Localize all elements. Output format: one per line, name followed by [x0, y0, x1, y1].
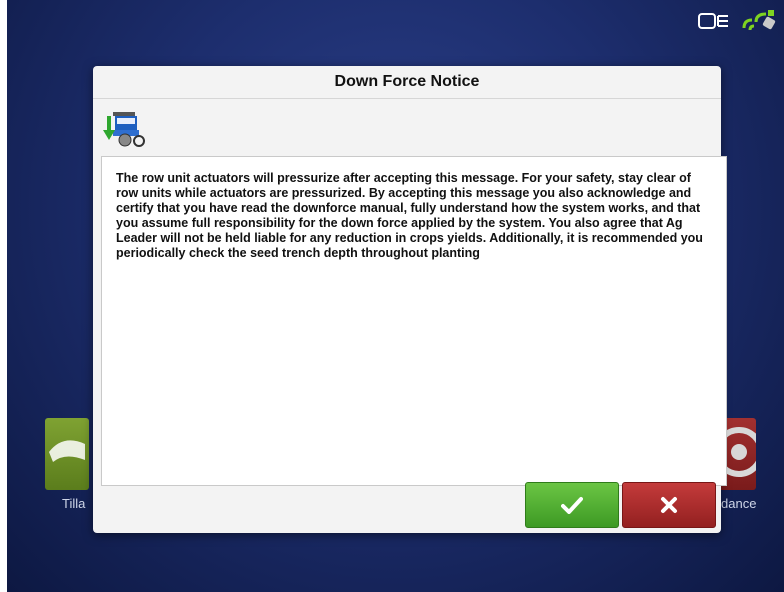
tillage-tile[interactable]: [45, 418, 89, 490]
guidance-tile-label: dance: [721, 496, 757, 511]
checkmark-icon: [561, 497, 583, 514]
home-screen: Tilla dance Down Force Notice The row un…: [7, 0, 784, 592]
x-icon: [661, 497, 677, 513]
gps-signal-icon[interactable]: [740, 8, 778, 34]
down-force-notice-dialog: Down Force Notice The row unit actuators…: [93, 66, 727, 533]
display-module-icon[interactable]: [698, 11, 734, 31]
tillage-icon: [49, 440, 85, 462]
planter-downforce-icon: [103, 108, 147, 153]
accept-button[interactable]: [525, 482, 619, 528]
dialog-title: Down Force Notice: [93, 66, 721, 99]
status-bar: [698, 8, 778, 34]
tillage-tile-label: Tilla: [62, 496, 86, 511]
cancel-button[interactable]: [622, 482, 716, 528]
notice-message: The row unit actuators will pressurize a…: [101, 156, 727, 486]
